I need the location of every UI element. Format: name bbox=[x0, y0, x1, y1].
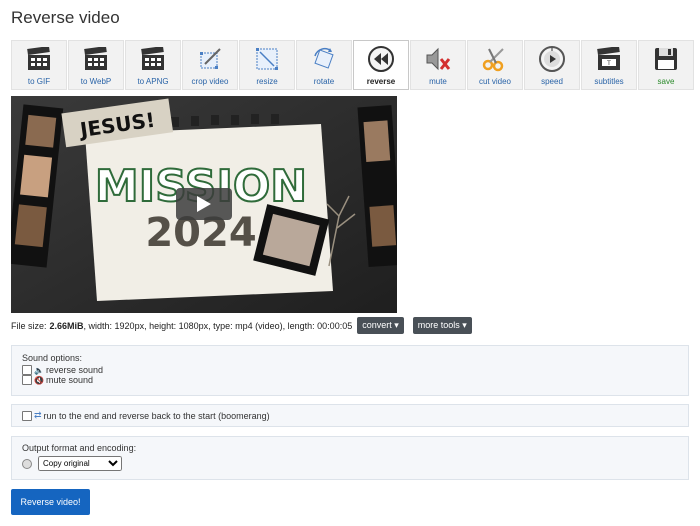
mute-speaker-icon: 🔇 bbox=[34, 375, 44, 385]
convert-dropdown-button[interactable]: convert ▾ bbox=[357, 317, 404, 334]
tool-rotate[interactable]: rotate bbox=[296, 40, 352, 90]
tool-to-apng[interactable]: to APNG bbox=[125, 40, 181, 90]
tools-toolbar: to GIF to WebP to APNG crop video resize… bbox=[11, 40, 694, 90]
page-title: Reverse video bbox=[11, 8, 120, 27]
tool-label: speed bbox=[541, 77, 563, 86]
tool-label: resize bbox=[256, 77, 278, 86]
tool-mute[interactable]: mute bbox=[410, 40, 466, 90]
tool-save[interactable]: save bbox=[638, 40, 694, 90]
sound-options-panel: Sound options: 🔈 reverse sound 🔇 mute so… bbox=[11, 345, 689, 396]
subtitles-icon: T bbox=[595, 45, 623, 73]
reverse-video-button[interactable]: Reverse video! bbox=[11, 489, 90, 515]
boomerang-row: ⇄ run to the end and reverse back to the… bbox=[22, 410, 678, 421]
boomerang-label[interactable]: run to the end and reverse back to the s… bbox=[44, 411, 270, 421]
file-info-prefix: File size: bbox=[11, 320, 47, 331]
tool-cut-video[interactable]: cut video bbox=[467, 40, 523, 90]
more-tools-dropdown-button[interactable]: more tools ▾ bbox=[412, 317, 472, 334]
clapperboard-icon bbox=[25, 45, 53, 73]
crop-icon bbox=[196, 45, 224, 73]
tool-label: cut video bbox=[478, 77, 512, 86]
resize-icon bbox=[253, 45, 281, 73]
reverse-sound-label[interactable]: reverse sound bbox=[46, 365, 103, 375]
rotate-icon bbox=[310, 45, 338, 73]
tool-crop-video[interactable]: crop video bbox=[182, 40, 238, 90]
boomerang-icon: ⇄ bbox=[34, 410, 42, 420]
tool-resize[interactable]: resize bbox=[239, 40, 295, 90]
tool-label: to APNG bbox=[137, 77, 169, 86]
file-info: File size: 2.66MiB , width: 1920px, heig… bbox=[11, 317, 472, 334]
tool-label: crop video bbox=[191, 77, 229, 86]
scissors-icon bbox=[481, 45, 509, 73]
tool-label: mute bbox=[429, 77, 447, 86]
play-button[interactable] bbox=[176, 188, 232, 220]
mute-icon bbox=[424, 45, 452, 73]
tool-label: reverse bbox=[366, 77, 396, 86]
svg-text:T: T bbox=[606, 60, 611, 67]
video-preview[interactable]: JESUS! MISSION 2024 bbox=[11, 96, 397, 313]
reverse-sound-row: 🔈 reverse sound bbox=[22, 365, 678, 375]
tool-to-webp[interactable]: to WebP bbox=[68, 40, 124, 90]
video-frame: JESUS! MISSION 2024 bbox=[11, 96, 397, 313]
boomerang-checkbox[interactable] bbox=[22, 410, 32, 421]
tool-label: rotate bbox=[313, 77, 335, 86]
output-format-row: Copy original bbox=[22, 456, 678, 471]
file-details: , width: 1920px, height: 1080px, type: m… bbox=[83, 320, 353, 331]
speaker-icon: 🔈 bbox=[34, 365, 44, 375]
tool-to-gif[interactable]: to GIF bbox=[11, 40, 67, 90]
sound-options-heading: Sound options: bbox=[22, 353, 83, 363]
output-format-panel: Output format and encoding: Copy origina… bbox=[11, 436, 689, 480]
tool-label: to GIF bbox=[27, 77, 51, 86]
file-size: 2.66MiB bbox=[49, 320, 84, 331]
mute-sound-row: 🔇 mute sound bbox=[22, 375, 678, 385]
tool-reverse[interactable]: reverse bbox=[353, 40, 409, 90]
mute-sound-checkbox[interactable] bbox=[22, 375, 32, 385]
rewind-icon bbox=[367, 45, 395, 73]
reverse-sound-checkbox[interactable] bbox=[22, 365, 32, 375]
tool-label: save bbox=[657, 77, 675, 86]
output-format-heading: Output format and encoding: bbox=[22, 443, 137, 453]
clapperboard-icon bbox=[139, 45, 167, 73]
boomerang-panel: ⇄ run to the end and reverse back to the… bbox=[11, 404, 689, 427]
tool-subtitles[interactable]: T subtitles bbox=[581, 40, 637, 90]
floppy-icon bbox=[652, 45, 680, 73]
mute-sound-label[interactable]: mute sound bbox=[46, 375, 93, 385]
speedometer-icon bbox=[538, 45, 566, 73]
tool-label: to WebP bbox=[80, 77, 112, 86]
clapperboard-icon bbox=[82, 45, 110, 73]
tool-label: subtitles bbox=[594, 77, 624, 86]
output-format-select[interactable]: Copy original bbox=[38, 456, 122, 471]
radio-button[interactable] bbox=[22, 458, 32, 469]
tool-speed[interactable]: speed bbox=[524, 40, 580, 90]
